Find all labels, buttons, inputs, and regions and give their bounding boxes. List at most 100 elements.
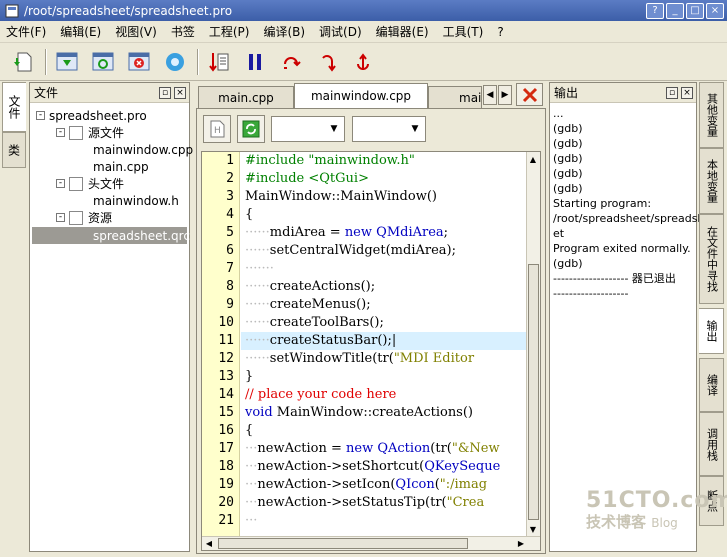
close-icon[interactable]: × xyxy=(681,86,693,99)
code-line: ······mdiArea = new QMdiArea; xyxy=(245,224,448,242)
line-number: 11 xyxy=(218,333,234,348)
line-number: 19 xyxy=(218,477,234,492)
menu-file[interactable]: 文件(F) xyxy=(6,23,46,40)
tree-item-project[interactable]: - spreadsheet.pro xyxy=(36,107,147,124)
step-over-icon[interactable] xyxy=(276,47,306,77)
collapse-icon[interactable]: - xyxy=(36,111,45,120)
code-token: new xyxy=(344,225,373,240)
window-title: /root/spreadsheet/spreadsheet.pro xyxy=(24,3,233,18)
maximize-button[interactable]: □ xyxy=(686,2,704,19)
code-text[interactable]: #include "mainwindow.h" #include <QtGui> M… xyxy=(241,152,528,536)
scroll-thumb[interactable] xyxy=(218,538,468,549)
code-token: new xyxy=(346,441,374,456)
menu-editor[interactable]: 编辑器(E) xyxy=(376,23,429,40)
help-button[interactable]: ? xyxy=(646,2,664,19)
step-into-icon[interactable] xyxy=(312,47,342,77)
tab-classes[interactable]: 类 xyxy=(2,132,26,168)
code-token: "MDI Editor xyxy=(393,351,475,366)
tab-call-stack[interactable]: 调用栈 xyxy=(699,412,724,476)
refresh-icon[interactable] xyxy=(237,115,265,143)
menu-view[interactable]: 视图(V) xyxy=(115,23,157,40)
float-icon[interactable]: ▫ xyxy=(666,86,678,99)
scroll-left-icon[interactable]: ◀ xyxy=(203,537,215,549)
title-bar: /root/spreadsheet/spreadsheet.pro ? _ □ … xyxy=(0,0,727,21)
tab-main-truncated[interactable]: main xyxy=(428,86,482,108)
code-token: ······ xyxy=(245,351,270,366)
tab-mainwindow-cpp[interactable]: mainwindow.cpp xyxy=(294,83,428,108)
new-file-icon[interactable] xyxy=(8,47,38,77)
tree-item-label: 头文件 xyxy=(88,177,125,191)
open-icon[interactable] xyxy=(52,47,82,77)
code-token: { xyxy=(245,207,254,222)
code-line: ··· xyxy=(245,512,257,530)
class-combo[interactable]: ▼ xyxy=(271,116,345,142)
pause-icon[interactable] xyxy=(240,47,270,77)
menu-bookmarks[interactable]: 书签 xyxy=(171,23,195,40)
reload-icon[interactable] xyxy=(88,47,118,77)
header-switch-icon[interactable]: H xyxy=(203,115,231,143)
stop-icon[interactable] xyxy=(124,47,154,77)
menu-build[interactable]: 编译(B) xyxy=(263,23,305,40)
code-token: createActions(); xyxy=(269,279,376,294)
step-out-icon[interactable] xyxy=(348,47,378,77)
tree-item-headers[interactable]: - 头文件 xyxy=(56,175,124,192)
code-token: ······ xyxy=(245,333,270,348)
tree-item-resources[interactable]: - 资源 xyxy=(56,209,112,226)
method-combo[interactable]: ▼ xyxy=(352,116,426,142)
float-icon[interactable]: ▫ xyxy=(159,86,171,99)
menu-tools[interactable]: 工具(T) xyxy=(443,23,484,40)
step-icon[interactable] xyxy=(204,47,234,77)
line-number: 5 xyxy=(226,225,234,240)
collapse-icon[interactable]: - xyxy=(56,179,65,188)
tab-main-cpp[interactable]: main.cpp xyxy=(198,86,294,108)
tab-output[interactable]: 输出 xyxy=(699,308,724,354)
line-number: 8 xyxy=(226,279,234,294)
collapse-icon[interactable]: - xyxy=(56,128,65,137)
code-line: ···newAction->setIcon(QIcon(":/imag xyxy=(245,476,487,494)
close-icon[interactable]: × xyxy=(174,86,186,99)
code-token: ; xyxy=(443,225,449,240)
collapse-icon[interactable]: - xyxy=(56,213,65,222)
tab-files[interactable]: 文件 xyxy=(2,82,26,132)
scroll-right-icon[interactable]: ▶ xyxy=(515,537,527,549)
code-editor[interactable]: 1 2 3 4 5 6 7 8 9 10 11 12 13 14 15 16 17 18 19 20 21 #inclu… xyxy=(201,151,541,551)
tab-compile[interactable]: 编译 xyxy=(699,358,724,412)
line-number: 3 xyxy=(226,189,234,204)
menu-help[interactable]: ? xyxy=(497,25,503,39)
tree-item-file[interactable]: main.cpp xyxy=(93,158,149,175)
code-line: ···newAction->setStatusTip(tr("Crea xyxy=(245,494,484,512)
vertical-scrollbar[interactable]: ▲ ▼ xyxy=(526,152,540,536)
line-number: 15 xyxy=(218,405,234,420)
scroll-down-icon[interactable]: ▼ xyxy=(527,523,539,535)
tree-item-file[interactable]: mainwindow.h xyxy=(93,192,179,209)
code-token: ··· xyxy=(245,495,258,510)
scroll-up-icon[interactable]: ▲ xyxy=(527,153,539,165)
tree-item-label: main.cpp xyxy=(93,159,149,174)
menu-edit[interactable]: 编辑(E) xyxy=(60,23,101,40)
left-side-tabs: 文件 类 xyxy=(2,82,27,557)
tab-other-variables[interactable]: 其他变量 xyxy=(699,82,724,148)
tab-scroll-left-icon[interactable]: ◀ xyxy=(483,85,497,105)
close-tab-button[interactable] xyxy=(516,83,543,106)
code-token: ":/imag xyxy=(439,477,488,492)
menu-debug[interactable]: 调试(D) xyxy=(319,23,362,40)
tab-local-variables[interactable]: 本地变量 xyxy=(699,148,724,214)
scroll-thumb[interactable] xyxy=(528,264,539,520)
line-number: 20 xyxy=(218,495,234,510)
menu-project[interactable]: 工程(P) xyxy=(209,23,250,40)
horizontal-scrollbar[interactable]: ◀ ▶ xyxy=(202,536,540,550)
line-number: 1 xyxy=(226,153,234,168)
code-token: { xyxy=(245,423,254,438)
line-number: 21 xyxy=(218,513,234,528)
tree-item-sources[interactable]: - 源文件 xyxy=(56,124,124,141)
minimize-button[interactable]: _ xyxy=(666,2,684,19)
line-number: 6 xyxy=(226,243,234,258)
tab-scroll-right-icon[interactable]: ▶ xyxy=(498,85,512,105)
tree-item-file-selected[interactable]: spreadsheet.qrc xyxy=(32,227,190,244)
line-number: 4 xyxy=(226,207,234,222)
settings-icon[interactable] xyxy=(160,47,190,77)
tree-item-file[interactable]: mainwindow.cpp xyxy=(93,141,193,158)
close-window-button[interactable]: × xyxy=(706,2,724,19)
code-token: ··· xyxy=(245,477,258,492)
tab-find-in-files[interactable]: 在文件中寻找 xyxy=(699,214,724,304)
